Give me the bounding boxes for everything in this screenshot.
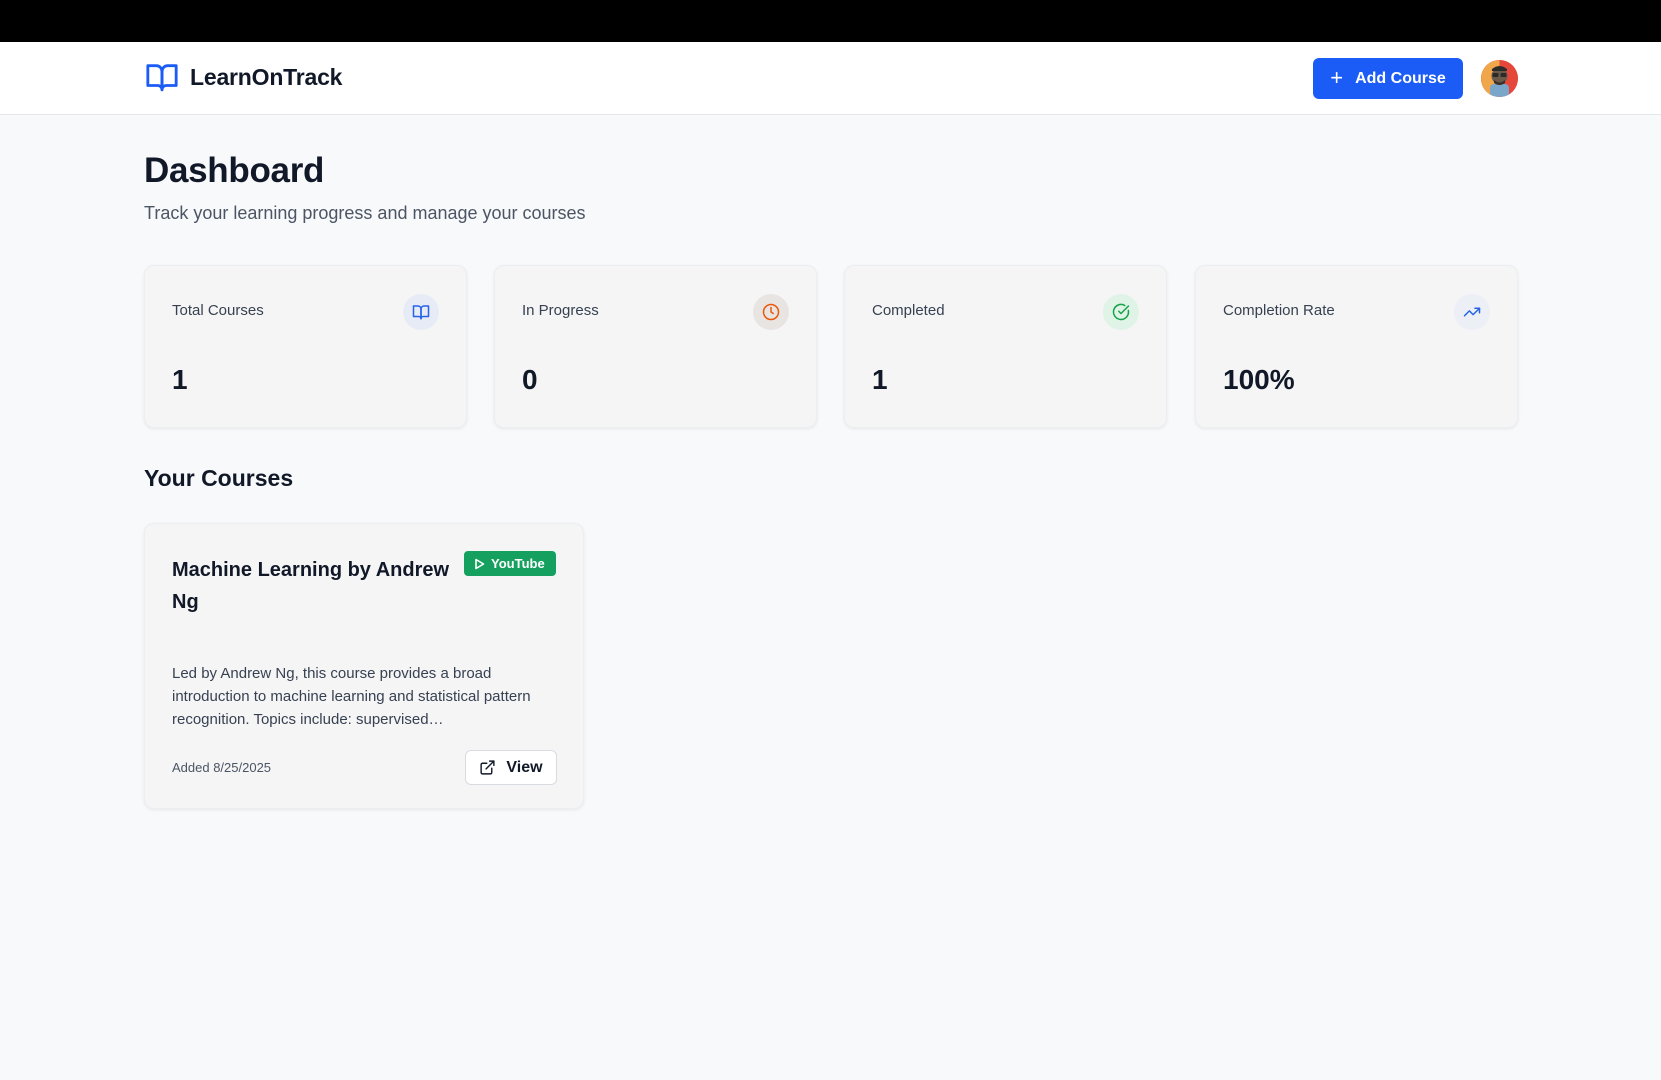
page-subtitle: Track your learning progress and manage … (144, 203, 586, 223)
app-name: LearnOnTrack (190, 63, 343, 90)
stat-card-completed: Completed 1 (844, 265, 1167, 428)
stat-label: In Progress (522, 302, 599, 319)
stat-card-completion-rate: Completion Rate 100% (1195, 265, 1518, 428)
view-course-button[interactable]: View (465, 750, 557, 785)
stat-card-in-progress: In Progress 0 (494, 265, 817, 428)
user-avatar[interactable] (1481, 60, 1518, 97)
source-badge: YouTube (464, 551, 556, 576)
book-open-icon (403, 294, 439, 330)
stat-value: 1 (172, 364, 188, 395)
add-course-label: Add Course (1355, 69, 1446, 87)
clock-icon (753, 294, 789, 330)
plus-icon: + (1330, 64, 1344, 90)
book-open-icon (144, 60, 180, 94)
stat-label: Completion Rate (1223, 302, 1335, 319)
course-description: Led by Andrew Ng, this course provides a… (172, 665, 531, 728)
stat-value: 1 (872, 364, 888, 395)
course-added-date: Added 8/25/2025 (172, 760, 272, 775)
stat-label: Total Courses (172, 302, 264, 319)
play-icon (475, 558, 485, 569)
source-badge-label: YouTube (491, 556, 545, 571)
stat-label: Completed (872, 302, 945, 319)
check-circle-icon (1103, 294, 1139, 330)
course-card[interactable]: Machine Learning by Andrew Ng YouTube Le… (144, 523, 584, 809)
external-link-icon (480, 760, 495, 775)
view-label: View (506, 758, 543, 776)
course-title: Machine Learning by Andrew Ng (172, 559, 450, 613)
trending-up-icon (1454, 294, 1490, 330)
section-title-your-courses: Your Courses (144, 465, 294, 491)
page-title: Dashboard (144, 151, 325, 190)
stat-value: 0 (522, 364, 538, 395)
brand[interactable]: LearnOnTrack (144, 60, 342, 94)
browser-top-bar (0, 0, 1661, 42)
stat-card-total-courses: Total Courses 1 (144, 265, 467, 428)
add-course-button[interactable]: + Add Course (1313, 58, 1463, 99)
app-header: LearnOnTrack + Add Course (0, 42, 1661, 115)
stat-value: 100% (1223, 364, 1295, 395)
stats-row: Total Courses 1 In Progress 0 Completed (144, 265, 1518, 428)
